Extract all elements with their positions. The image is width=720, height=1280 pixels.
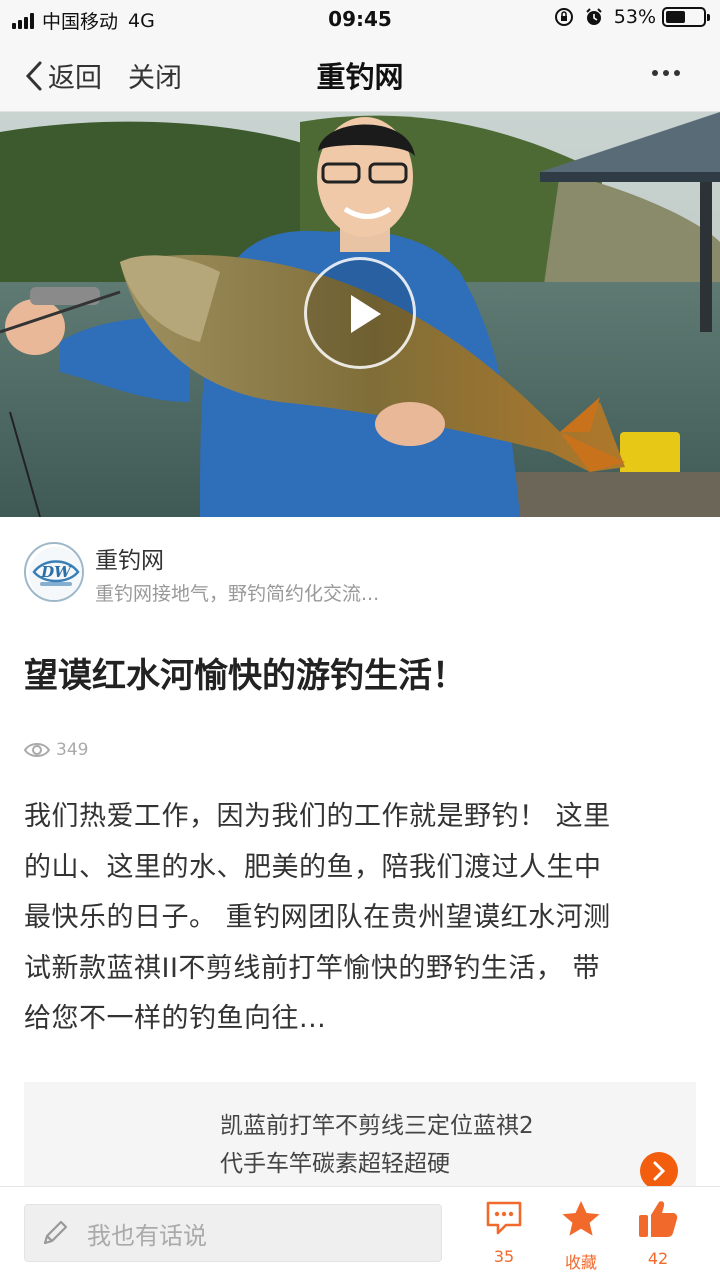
author-logo-icon: DW [29, 547, 82, 600]
pencil-icon [43, 1220, 68, 1245]
comment-count: 35 [493, 1247, 515, 1266]
article-body-line: 的山、这里的水、肥美的鱼，陪我们渡过人生中 [24, 851, 602, 883]
status-bar: 中国移动 4G 09:45 53% [0, 0, 720, 38]
author-avatar[interactable]: DW [24, 542, 84, 602]
page-title: 重钓网 [316, 60, 404, 94]
battery-percent: 53% [613, 6, 656, 28]
more-icon[interactable] [647, 70, 680, 76]
play-icon [351, 295, 381, 333]
like-count: 42 [647, 1249, 669, 1268]
view-count: 349 [24, 740, 88, 760]
article-body-line: 我们热爱工作，因为我们的工作就是野钓！ 这里 [24, 801, 611, 832]
article-body: 我们热爱工作，因为我们的工作就是野钓！ 这里 的山、这里的水、肥美的鱼，陪我们渡… [24, 792, 696, 1045]
comment-icon [486, 1201, 522, 1235]
product-arrow-button[interactable] [640, 1152, 678, 1190]
orientation-lock-icon [554, 8, 573, 26]
back-button[interactable]: 返回 [24, 56, 102, 95]
status-right: 53% [554, 6, 710, 28]
nav-bar: 返回 关闭 重钓网 [0, 38, 720, 112]
product-title-line: 代手车竿碳素超轻超硬 [220, 1151, 450, 1177]
star-icon [562, 1201, 600, 1236]
product-card[interactable]: 凯蓝前打竿不剪线三定位蓝祺2 代手车竿碳素超轻超硬 [24, 1082, 696, 1202]
article-body-line: 最快乐的日子。 重钓网团队在贵州望谟红水河测 [24, 902, 611, 933]
article-body-line: 试新款蓝祺II不剪线前打竿愉快的野钓生活， 带 [24, 952, 601, 984]
comment-placeholder: 我也有话说 [87, 1221, 207, 1250]
battery-icon [662, 7, 710, 27]
article-title: 望谟红水河愉快的游钓生活！ [24, 656, 466, 696]
play-button[interactable] [304, 257, 416, 369]
author-name[interactable]: 重钓网 [95, 541, 164, 575]
video-player[interactable] [0, 112, 720, 517]
eye-icon [24, 743, 50, 757]
thumbs-up-icon [639, 1201, 678, 1237]
article-body-line: 给您不一样的钓鱼向往... [24, 1003, 327, 1034]
chevron-left-icon [25, 61, 42, 90]
chevron-right-icon [653, 1161, 666, 1181]
comment-button[interactable]: 35 [474, 1199, 534, 1266]
author-card[interactable]: DW 重钓网 重钓网接地气，野钓简约化交流... [0, 517, 720, 627]
author-description: 重钓网接地气，野钓简约化交流... [95, 583, 380, 605]
alarm-icon [586, 8, 602, 25]
comment-input[interactable]: 我也有话说 [24, 1204, 442, 1262]
favorite-button[interactable]: 收藏 [551, 1199, 611, 1273]
view-count-number: 349 [56, 740, 89, 760]
like-button[interactable]: 42 [628, 1199, 688, 1268]
close-button[interactable]: 关闭 [128, 56, 182, 95]
favorite-label: 收藏 [564, 1253, 597, 1272]
product-title-line: 凯蓝前打竿不剪线三定位蓝祺2 [220, 1113, 534, 1139]
back-label: 返回 [48, 63, 102, 94]
battery-fill [666, 11, 686, 23]
product-title[interactable]: 凯蓝前打竿不剪线三定位蓝祺2 代手车竿碳素超轻超硬 [220, 1107, 590, 1183]
bottom-bar: 我也有话说 35 收藏 42 [0, 1186, 720, 1280]
svg-text:DW: DW [40, 563, 73, 581]
